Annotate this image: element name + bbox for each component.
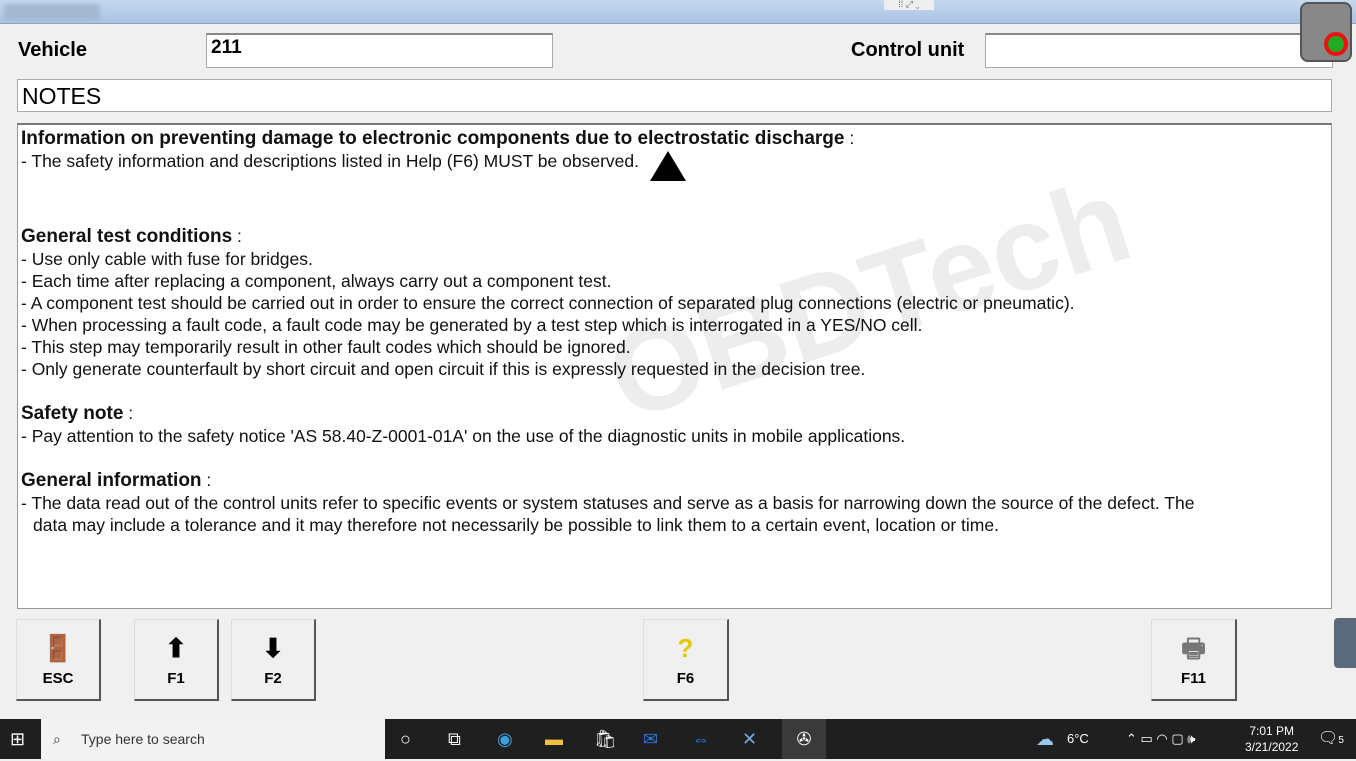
exit-door-icon: 🚪 (41, 633, 75, 663)
f6-label: F6 (676, 670, 695, 687)
search-icon: ⌕ (53, 731, 61, 747)
weather-temp[interactable]: 6°C (1067, 719, 1089, 759)
list-item-continuation: data may include a tolerance and it may … (33, 515, 999, 535)
side-panel-tab[interactable] (1334, 618, 1356, 668)
esc-button[interactable]: 🚪 ESC (16, 619, 101, 701)
teamviewer-icon[interactable]: ⇔ (692, 729, 710, 750)
control-unit-field[interactable] (985, 33, 1333, 68)
notes-title: NOTES (17, 79, 1332, 112)
list-item: - This step may temporarily result in ot… (21, 337, 631, 357)
tray-icons[interactable]: ⌃ ▭ ◠ ▢ 🕪 (1126, 719, 1195, 759)
f1-button[interactable]: ⬆ F1 (134, 619, 219, 701)
window-title-blurred (4, 4, 100, 20)
cortana-icon[interactable]: ○ (400, 729, 411, 750)
esd-warning-icon (649, 151, 686, 181)
list-item: - When processing a fault code, a fault … (21, 315, 923, 335)
section-title-test-conditions: General test conditions (21, 226, 233, 247)
task-view-icon[interactable]: ⧉ (448, 729, 461, 750)
printer-icon: 🖶 (1181, 633, 1206, 663)
search-placeholder: Type here to search (81, 731, 205, 747)
vehicle-field[interactable]: 211 (206, 33, 553, 68)
f2-button[interactable]: ⬇ F2 (231, 619, 316, 701)
section-title-general-information: General information (21, 470, 202, 491)
list-item: - Use only cable with fuse for bridges. (21, 249, 313, 269)
help-question-icon: ? (677, 633, 694, 663)
list-item: - Only generate counterfault by short ci… (21, 359, 866, 379)
store-icon[interactable]: 🛍 (594, 729, 617, 750)
edge-icon[interactable]: ◉ (497, 729, 513, 750)
list-item: - Each time after replacing a component,… (21, 271, 612, 291)
mail-icon[interactable]: ✉ (643, 729, 658, 750)
date: 3/21/2022 (1245, 740, 1299, 754)
clock[interactable]: 7:01 PM 3/21/2022 (1245, 723, 1298, 755)
f11-print-button[interactable]: 🖶 F11 (1151, 619, 1237, 701)
taskbar: ⊞ ⌕ Type here to search ○ ⧉ ◉ ▬ 🛍 ✉ ⇔ ✕ ✇… (0, 719, 1356, 759)
control-unit-label: Control unit (851, 39, 965, 61)
list-item: - A component test should be carried out… (21, 293, 1075, 313)
notification-count: 5 (1338, 735, 1344, 746)
section-title-esd: Information on preventing damage to elec… (21, 128, 845, 149)
section-title-safety-note: Safety note (21, 403, 124, 424)
f6-help-button[interactable]: ? F6 (643, 619, 729, 701)
f1-label: F1 (167, 670, 185, 687)
f2-label: F2 (264, 670, 282, 687)
file-explorer-icon[interactable]: ▬ (545, 729, 563, 750)
esd-line: - The safety information and description… (21, 151, 639, 171)
weather-cloud-icon: ☁ (1036, 729, 1054, 749)
notification-center-icon[interactable]: 🗨5 (1318, 719, 1344, 759)
esc-label: ESC (42, 670, 74, 687)
time: 7:01 PM (1249, 724, 1295, 738)
f11-label: F11 (1180, 670, 1207, 687)
xentry-icon[interactable]: ✕ (742, 729, 757, 750)
arrow-down-icon: ⬇ (262, 633, 284, 663)
list-item: - The data read out of the control units… (21, 493, 1195, 513)
window-layout-controls[interactable]: ⁞⁞ ⤢ ⌄ (884, 0, 934, 10)
notes-content[interactable]: Information on preventing damage to elec… (17, 123, 1332, 609)
taskbar-search[interactable]: ⌕ Type here to search (41, 719, 385, 759)
arrow-up-icon: ⬆ (165, 633, 187, 663)
title-bar: ⁞⁞ ⤢ ⌄ ◎ — ✕ (0, 0, 1356, 24)
vehicle-label: Vehicle (18, 39, 87, 61)
list-item: - Pay attention to the safety notice 'AS… (21, 426, 906, 446)
diagnostic-device-status-icon (1300, 2, 1352, 62)
mercedes-app-icon[interactable]: ✇ (782, 719, 826, 759)
windows-start-icon[interactable]: ⊞ (10, 729, 25, 750)
